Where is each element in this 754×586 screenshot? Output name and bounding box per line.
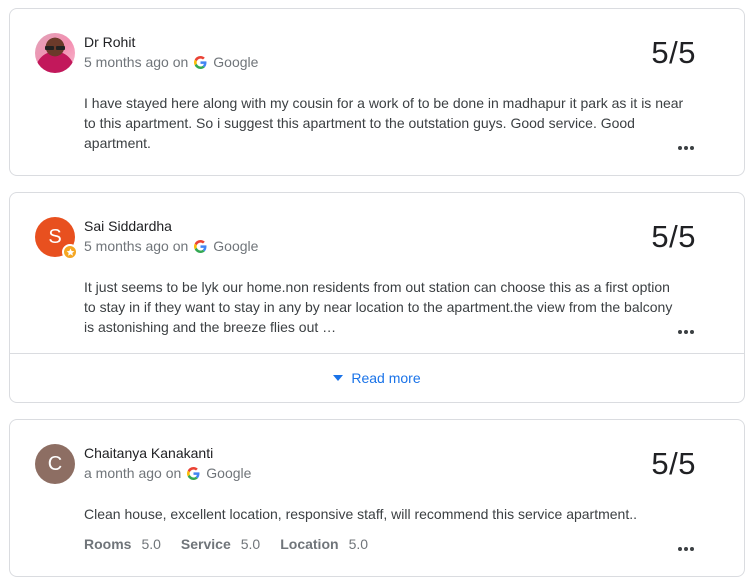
profile-photo-icon <box>45 46 65 50</box>
more-horiz-icon <box>678 146 682 150</box>
rating-label: Rooms <box>84 536 132 552</box>
review-source[interactable]: Google <box>213 238 258 254</box>
review-text: I have stayed here along with my cousin … <box>84 95 684 151</box>
reviewer-avatar[interactable]: S <box>35 217 78 260</box>
rating-value: 5.0 <box>141 536 161 552</box>
reviewer-name[interactable]: Chaitanya Kanakanti <box>84 445 213 461</box>
review-score: 5/5 <box>651 219 696 254</box>
more-options-button[interactable] <box>678 146 694 150</box>
google-g-icon <box>194 239 207 253</box>
rating-rooms: Rooms 5.0 <box>84 536 161 552</box>
google-g-icon <box>187 466 200 480</box>
rating-label: Location <box>280 536 339 552</box>
avatar-letter: C <box>47 453 63 475</box>
avatar-letter: S <box>48 226 62 248</box>
reviewer-name[interactable]: Dr Rohit <box>84 34 135 50</box>
review-score: 5/5 <box>651 446 696 481</box>
more-options-button[interactable] <box>678 547 694 551</box>
review-source[interactable]: Google <box>206 465 251 481</box>
caret-down-icon <box>333 375 344 381</box>
read-more-label: Read more <box>351 370 421 386</box>
google-g-icon <box>194 55 207 69</box>
review-text: It just seems to be lyk our home.non res… <box>84 279 673 335</box>
more-horiz-icon <box>678 330 682 334</box>
read-more-button[interactable]: Read more <box>10 354 744 402</box>
review-card: C Chaitanya Kanakanti a month ago on Goo… <box>9 419 745 577</box>
more-horiz-icon <box>678 547 682 551</box>
rating-value: 5.0 <box>240 536 261 552</box>
reviewer-name[interactable]: Sai Siddardha <box>84 218 172 234</box>
local-guide-badge-icon <box>62 244 78 260</box>
review-time: a month ago on <box>84 465 182 481</box>
rating-value: 5.0 <box>348 536 369 552</box>
review-meta: 5 months ago on Google <box>84 238 258 254</box>
rating-label: Service <box>180 536 231 552</box>
reviewer-avatar[interactable] <box>35 33 75 73</box>
rating-location: Location 5.0 <box>280 536 368 552</box>
review-score: 5/5 <box>651 35 696 70</box>
review-meta: 5 months ago on Google <box>84 54 258 70</box>
rating-service: Service 5.0 <box>181 536 260 552</box>
reviewer-avatar[interactable]: C <box>35 444 75 484</box>
more-options-button[interactable] <box>678 330 694 334</box>
star-icon <box>66 247 74 256</box>
review-text: Clean house, excellent location, respons… <box>84 506 638 522</box>
review-source[interactable]: Google <box>213 54 258 70</box>
review-card: Dr Rohit 5 months ago on Google 5/5 I ha… <box>9 8 745 176</box>
review-time: 5 months ago on <box>84 54 189 70</box>
sub-ratings: Rooms 5.0 Service 5.0 Location 5.0 <box>84 536 368 552</box>
review-card: S Sai Siddardha 5 months ago on Google 5… <box>9 192 745 403</box>
review-meta: a month ago on Google <box>84 465 251 481</box>
review-time: 5 months ago on <box>84 238 189 254</box>
